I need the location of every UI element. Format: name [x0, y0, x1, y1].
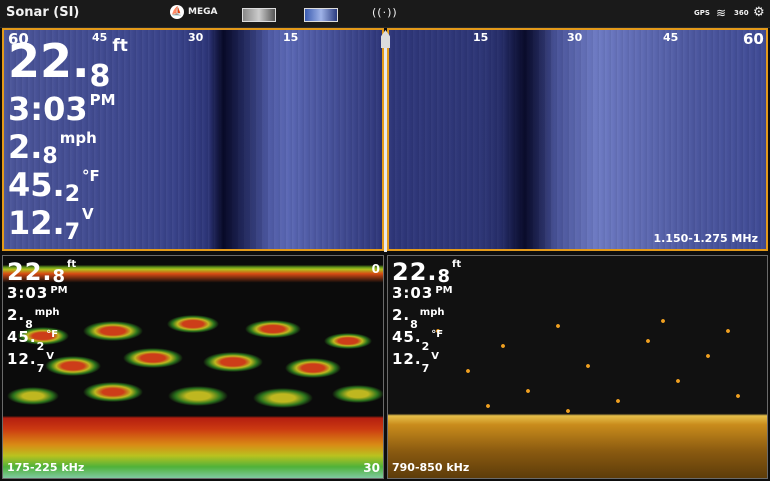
- range-label: 60: [743, 30, 764, 48]
- time-unit: PM: [435, 285, 453, 296]
- voltage-decimal: 7: [421, 362, 430, 375]
- time-readout: 3:03 PM: [7, 286, 76, 308]
- depth-value: 22.: [392, 258, 438, 286]
- speed-unit: mph: [419, 307, 445, 318]
- depth-decimal: 8: [52, 266, 66, 287]
- time-unit: PM: [89, 91, 116, 109]
- speed-unit: mph: [59, 129, 97, 147]
- depth-readout: 22. 8 ft: [7, 260, 76, 286]
- temperature-decimal: 2: [64, 182, 80, 207]
- temperature-unit: °F: [46, 329, 59, 340]
- gps-label: GPS: [694, 9, 710, 17]
- temperature-readout: 45. 2 °F: [8, 169, 128, 206]
- side-imaging-right-pane[interactable]: 15 30 45 60 1.150-1.275 MHz: [387, 28, 768, 251]
- down-sonar-low-pane[interactable]: 0 30 175-225 kHz 22. 8 ft 3:03 PM 2. 8 m…: [2, 255, 384, 479]
- voltage-unit: V: [431, 351, 439, 362]
- depth-decimal: 8: [437, 266, 451, 287]
- frequency-label: 1.150-1.275 MHz: [653, 232, 758, 245]
- digital-readouts: 22. 8 ft 3:03 PM 2. 8 mph 45. 2 °F 12. 7…: [7, 260, 76, 375]
- depth-readout: 22. 8 ft: [8, 38, 128, 92]
- temperature-decimal: 2: [421, 340, 430, 353]
- depth-unit: ft: [452, 259, 462, 270]
- time-unit: PM: [50, 285, 68, 296]
- temperature-value: 45.: [8, 166, 65, 204]
- voltage-value: 12.: [8, 204, 65, 242]
- range-label: 30: [188, 31, 204, 44]
- speed-value: 2.: [392, 306, 411, 324]
- voltage-unit: V: [82, 205, 94, 223]
- voltage-readout: 12. 7 V: [7, 350, 76, 375]
- voltage-value: 12.: [7, 350, 37, 368]
- temperature-decimal: 2: [36, 340, 45, 353]
- compass-360-label: 360: [734, 9, 749, 17]
- temperature-readout: 45. 2 °F: [392, 328, 461, 353]
- speed-value: 2.: [7, 306, 26, 324]
- range-label: 30: [567, 31, 583, 44]
- mega-label: MEGA: [188, 7, 218, 17]
- baitfish-returns: [428, 311, 758, 421]
- boat-center-line: [384, 34, 387, 252]
- speed-readout: 2. 8 mph: [7, 306, 76, 331]
- nmea-network-icon[interactable]: ((·)): [372, 6, 398, 19]
- time-value: 3:03: [392, 284, 434, 302]
- satellite-icon: ≋: [716, 6, 727, 20]
- mega-indicator[interactable]: ⛵ MEGA: [170, 5, 217, 19]
- time-readout: 3:03 PM: [392, 286, 461, 308]
- temperature-unit: °F: [431, 329, 444, 340]
- temperature-readout: 45. 2 °F: [7, 328, 76, 353]
- depth-readout: 22. 8 ft: [392, 260, 461, 286]
- voltage-value: 12.: [392, 350, 422, 368]
- voltage-decimal: 7: [64, 220, 80, 245]
- speed-decimal: 8: [42, 144, 58, 169]
- settings-gear-icon[interactable]: ⚙: [753, 5, 765, 20]
- speed-value: 2.: [8, 128, 43, 166]
- status-bar: Sonar (SI) ⛵ MEGA ((·)) GPS ≋ 360 ⚙: [0, 0, 770, 28]
- speed-readout: 2. 8 mph: [8, 131, 128, 168]
- depth-scale-bottom: 30: [363, 461, 380, 475]
- depth-value: 22.: [7, 258, 53, 286]
- frequency-label: 790-850 kHz: [392, 461, 470, 474]
- voltage-readout: 12. 7 V: [8, 207, 128, 244]
- voltage-readout: 12. 7 V: [392, 350, 461, 375]
- range-label: 45: [663, 31, 679, 44]
- voltage-unit: V: [46, 351, 54, 362]
- side-imaging-left-pane[interactable]: 60 45 30 15 22. 8 ft 3:03 PM 2. 8 mph 45…: [2, 28, 384, 251]
- imaging-view-icon[interactable]: [242, 8, 276, 22]
- depth-unit: ft: [67, 259, 77, 270]
- voltage-decimal: 7: [36, 362, 45, 375]
- depth-decimal: 8: [89, 59, 111, 94]
- depth-unit: ft: [112, 36, 128, 56]
- temperature-value: 45.: [392, 328, 422, 346]
- mega-icon: ⛵: [170, 5, 184, 19]
- down-sonar-high-pane[interactable]: 790-850 kHz 22. 8 ft 3:03 PM 2. 8 mph 45…: [387, 255, 768, 479]
- digital-readouts: 22. 8 ft 3:03 PM 2. 8 mph 45. 2 °F 12. 7…: [8, 38, 128, 245]
- temperature-value: 45.: [7, 328, 37, 346]
- temperature-unit: °F: [82, 167, 100, 185]
- speed-readout: 2. 8 mph: [392, 306, 461, 331]
- frequency-label: 175-225 kHz: [7, 461, 85, 474]
- time-value: 3:03: [7, 284, 49, 302]
- time-readout: 3:03 PM: [8, 93, 128, 130]
- side-imaging-right-image: [389, 30, 766, 249]
- range-label: 15: [473, 31, 489, 44]
- digital-readouts: 22. 8 ft 3:03 PM 2. 8 mph 45. 2 °F 12. 7…: [392, 260, 461, 375]
- side-imaging-view-icon[interactable]: [304, 8, 338, 22]
- depth-value: 22.: [8, 34, 90, 88]
- view-title[interactable]: Sonar (SI): [6, 5, 79, 20]
- speed-unit: mph: [34, 307, 60, 318]
- time-value: 3:03: [8, 90, 88, 128]
- range-label: 15: [283, 31, 299, 44]
- depth-scale-top: 0: [371, 262, 380, 276]
